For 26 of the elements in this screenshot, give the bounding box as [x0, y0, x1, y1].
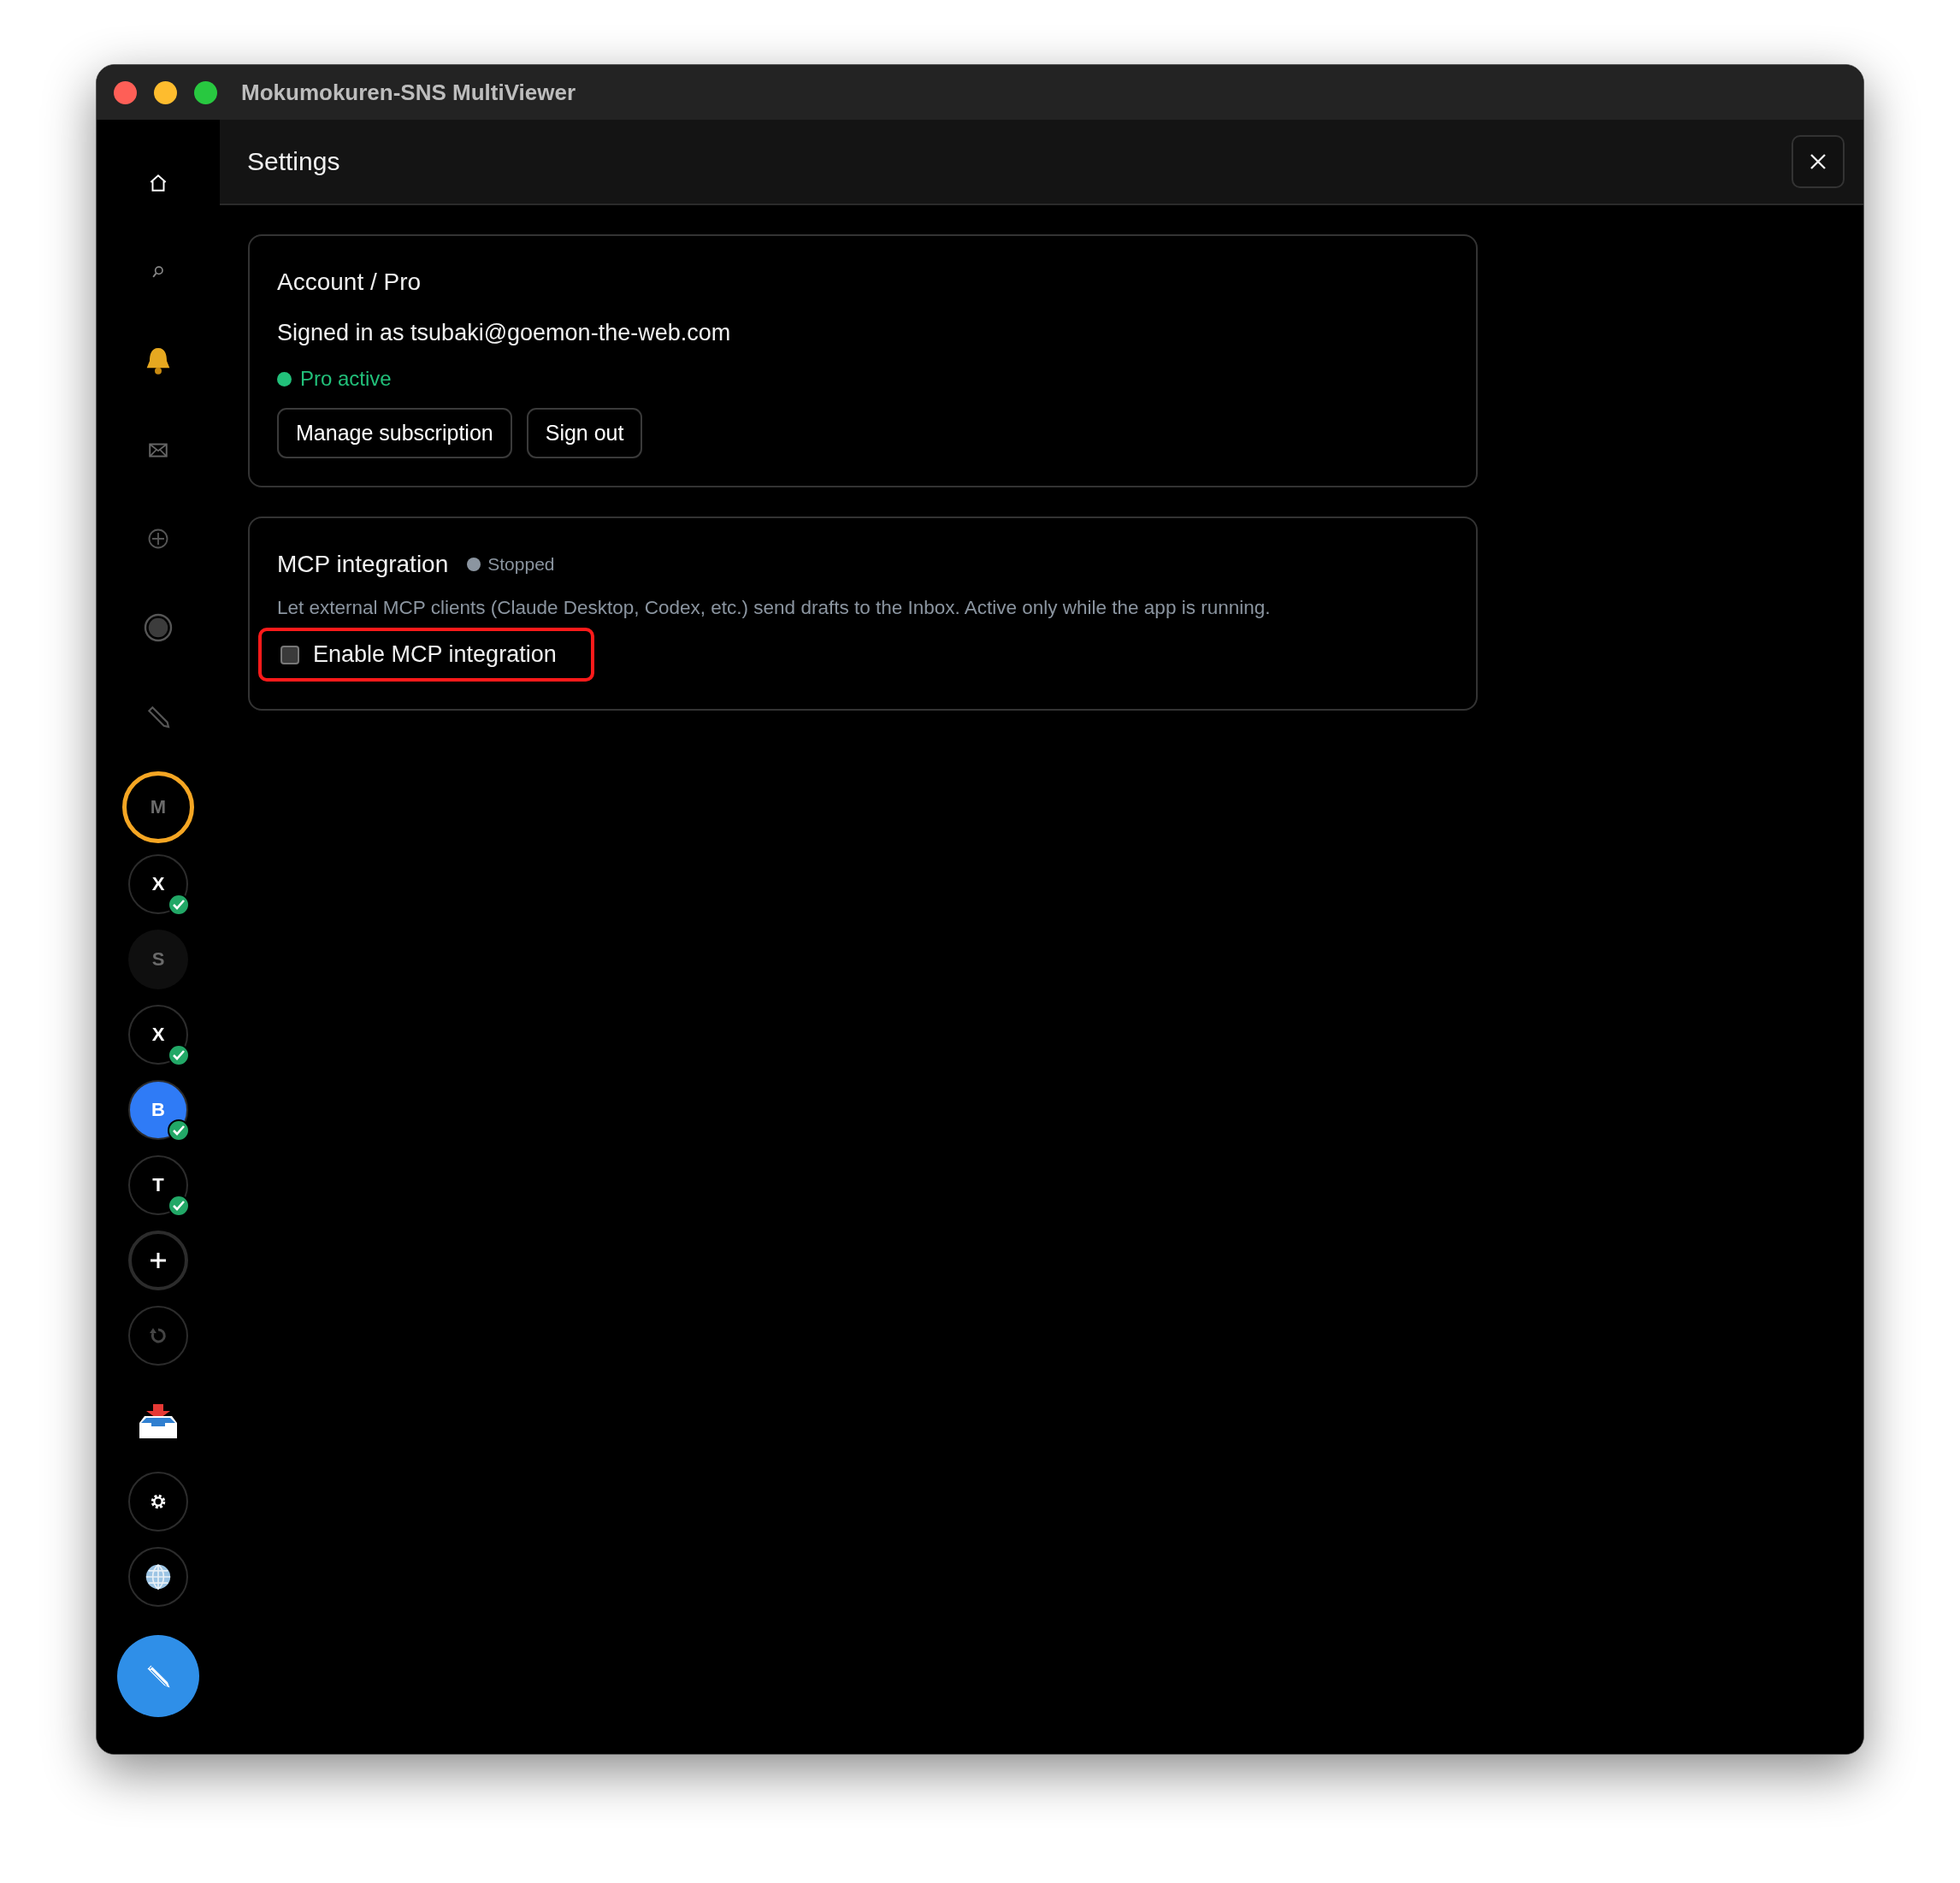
- status-text: Pro active: [300, 367, 392, 391]
- action-button[interactable]: Sign out: [526, 408, 643, 458]
- status-text: Stopped: [487, 554, 555, 575]
- account-avatar[interactable]: B: [128, 1080, 188, 1140]
- page-title: Settings: [247, 147, 340, 176]
- card-title: MCP integration: [277, 551, 449, 578]
- signed-in-text: Signed in as tsubaki@goemon-the-web.com: [277, 320, 731, 346]
- account-avatar[interactable]: X: [128, 854, 188, 914]
- checkbox[interactable]: [280, 645, 299, 664]
- gear-icon: [149, 1492, 168, 1511]
- plus-icon: [149, 1251, 168, 1270]
- description-text: Let external MCP clients (Claude Desktop, Codex, etc.) send drafts to the Inbox. Active only while the app is running.: [277, 597, 1271, 619]
- record-icon[interactable]: [143, 612, 174, 643]
- account-avatar[interactable]: X: [128, 1005, 188, 1065]
- close-button[interactable]: [1792, 135, 1845, 188]
- close-window-button[interactable]: [114, 80, 137, 104]
- plus-circle-icon[interactable]: [146, 527, 170, 551]
- close-icon: [1809, 153, 1827, 170]
- action-button[interactable]: Manage subscription: [277, 408, 512, 458]
- zoom-window-button[interactable]: [194, 80, 217, 104]
- minimize-window-button[interactable]: [154, 80, 177, 104]
- checkbox-label[interactable]: Enable MCP integration: [313, 641, 557, 668]
- window-title: Mokumokuren-SNS MultiViewer: [241, 79, 576, 106]
- globe-icon: [144, 1562, 173, 1591]
- card-title: Account / Pro: [277, 269, 422, 296]
- account-avatar[interactable]: T: [128, 1155, 188, 1215]
